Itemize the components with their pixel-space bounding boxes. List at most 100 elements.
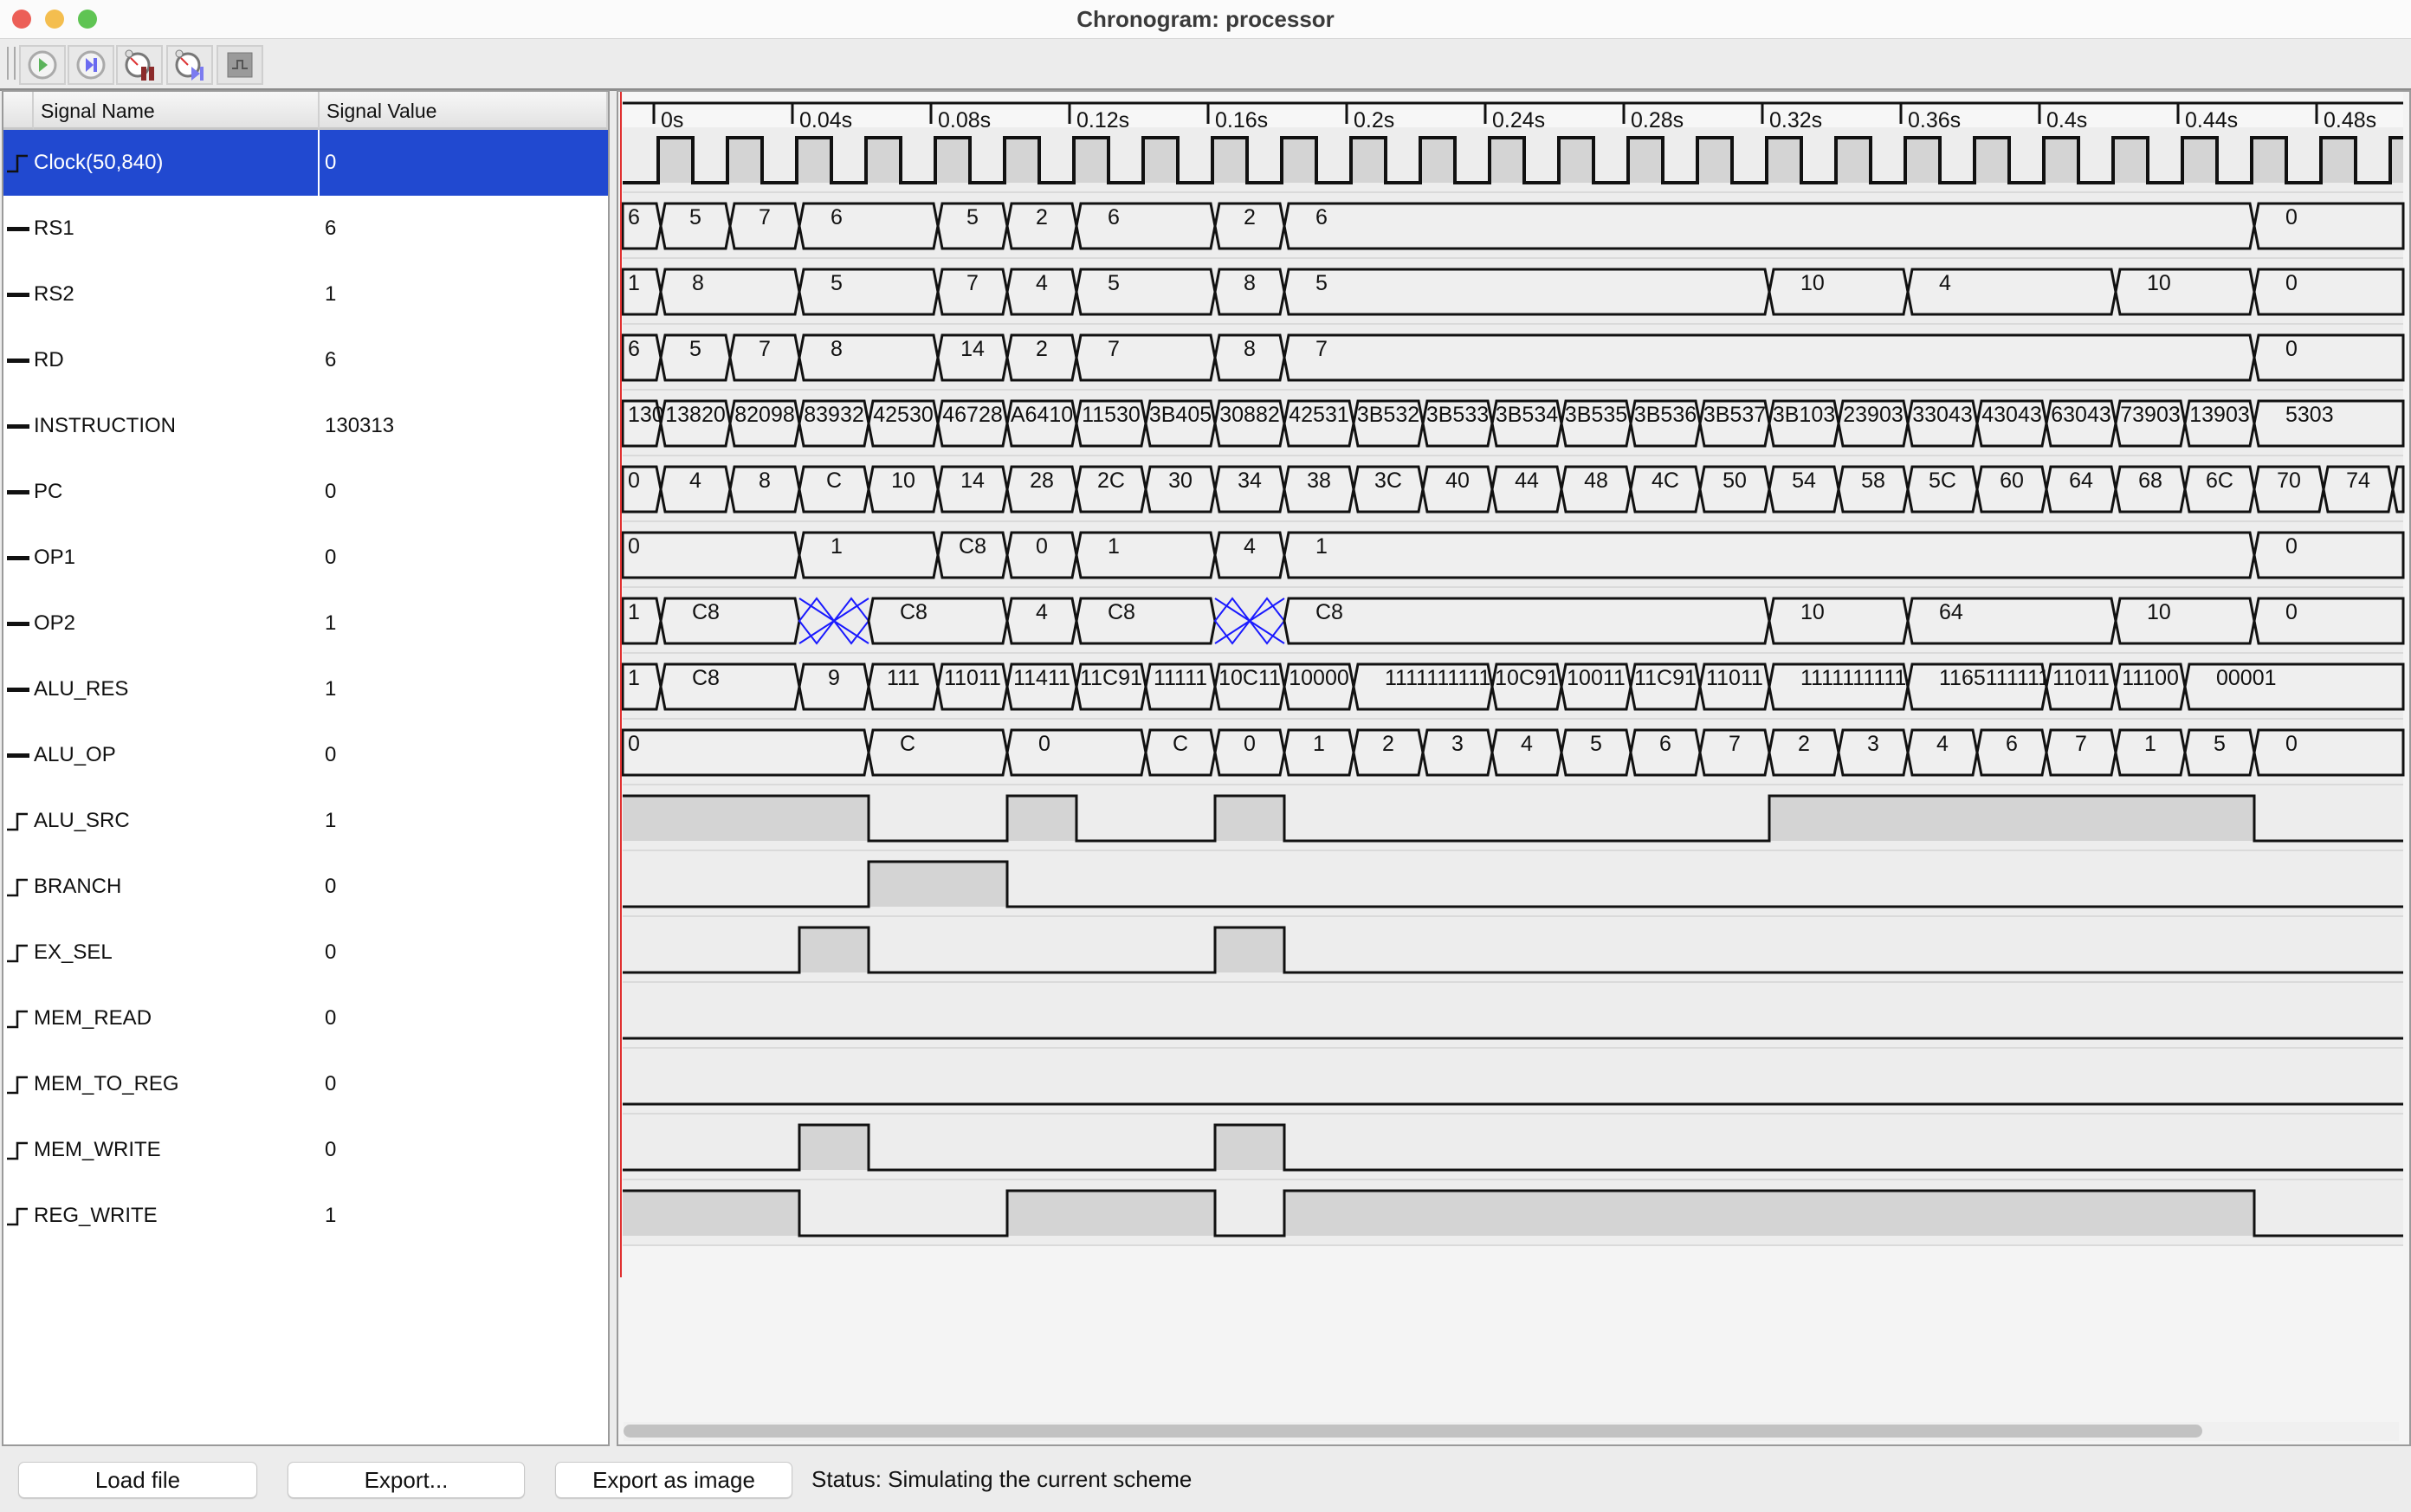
bus-value-label: 6 xyxy=(1108,205,1120,229)
bus-value-label: 23903 xyxy=(1843,403,1904,427)
bus-value-label: 4 xyxy=(1939,271,1951,295)
signal-row[interactable]: PC 0 xyxy=(3,459,608,525)
clock-high-period xyxy=(1975,138,2009,183)
bus-value-label: 6C xyxy=(2206,468,2233,493)
signal-row[interactable]: RS2 1 xyxy=(3,262,608,327)
bus-value-segment xyxy=(2253,268,2405,316)
bus-value-label: 33043 xyxy=(1912,403,1973,427)
bus-value-label: 4 xyxy=(689,468,701,493)
signal-row[interactable]: INSTRUCTION 130313 xyxy=(3,393,608,459)
export-as-image-button[interactable]: Export as image xyxy=(555,1462,792,1498)
bus-value-label: 0 xyxy=(2285,337,2298,361)
column-header-signal-value[interactable]: Signal Value xyxy=(320,92,608,130)
signal-name: RS1 xyxy=(34,196,320,262)
clock-high-period xyxy=(2182,138,2217,183)
signal-name: REG_WRITE xyxy=(34,1183,320,1249)
signal-value: 6 xyxy=(325,216,337,240)
clock-high-period xyxy=(866,138,901,183)
bus-value-segment xyxy=(1768,268,1910,316)
bus-value-label: 1111111111 xyxy=(1800,666,1906,690)
bus-value-label: 7 xyxy=(2075,732,2087,756)
bus-value-label: C8 xyxy=(1108,600,1135,624)
waveform-canvas[interactable]: 0s 0.04s 0.08s 0.12s 0.16s 0.2s 0.24s 0.28s 0.32… xyxy=(618,92,2411,1425)
bus-value-label: 3B533 xyxy=(1426,403,1489,427)
bus-value-label: 8 xyxy=(759,468,771,493)
clock-high-period xyxy=(2044,138,2078,183)
signal-value: 0 xyxy=(325,1006,337,1030)
bus-value-label: 5 xyxy=(831,271,843,295)
bus-value-label: 9 xyxy=(828,666,840,690)
bus-value-label: 3 xyxy=(1451,732,1464,756)
bus-value-segment xyxy=(659,597,801,645)
signal-row[interactable]: MEM_WRITE 0 xyxy=(3,1117,608,1183)
bus-signal-icon xyxy=(3,459,34,525)
signal-name: RS2 xyxy=(34,262,320,327)
clock-high-period xyxy=(1697,138,1732,183)
signal-value: 0 xyxy=(325,546,337,569)
bus-value-label: 1 xyxy=(628,600,640,624)
signal-name: ALU_SRC xyxy=(34,788,320,854)
bus-value-label: 1 xyxy=(628,271,640,295)
signal-row[interactable]: MEM_TO_REG 0 xyxy=(3,1051,608,1117)
bus-value-label: 3B534 xyxy=(1496,403,1558,427)
signal-row[interactable]: ALU_OP 0 xyxy=(3,722,608,788)
signal-table: Signal Name Signal Value Clock(50,840) 0 R… xyxy=(2,90,610,1446)
bus-value-label: 5 xyxy=(1108,271,1120,295)
load-file-button[interactable]: Load file xyxy=(18,1462,257,1498)
bit-signal-icon xyxy=(3,130,34,196)
signal-row[interactable]: ALU_RES 1 xyxy=(3,656,608,722)
signal-value: 130313 xyxy=(325,414,395,437)
bus-value-label: 10 xyxy=(2147,271,2171,295)
horizontal-scrollbar[interactable] xyxy=(624,1422,2399,1441)
signal-row[interactable]: REG_WRITE 1 xyxy=(3,1183,608,1249)
signal-row[interactable]: ALU_SRC 1 xyxy=(3,788,608,854)
bus-value-segment xyxy=(659,268,801,316)
stop-clock-button[interactable] xyxy=(116,45,163,85)
clock-high-period xyxy=(1282,138,1316,183)
bus-value-label: 0 xyxy=(2285,732,2298,756)
bus-value-segment xyxy=(1768,597,1910,645)
signal-row[interactable]: RD 6 xyxy=(3,327,608,393)
signal-name: ALU_RES xyxy=(34,656,320,722)
signal-row[interactable]: Clock(50,840) 0 xyxy=(3,130,608,196)
bus-value-label: 3B103 xyxy=(1773,403,1835,427)
bus-value-label: 2 xyxy=(1036,205,1048,229)
signal-row[interactable]: OP2 1 xyxy=(3,591,608,656)
clock-high-period xyxy=(658,138,693,183)
signal-row[interactable]: RS1 6 xyxy=(3,196,608,262)
bus-value-segment xyxy=(659,662,801,711)
waveform-button[interactable] xyxy=(217,45,263,85)
step-button[interactable] xyxy=(68,45,114,85)
signal-row[interactable]: BRANCH 0 xyxy=(3,854,608,920)
column-header-signal-name[interactable]: Signal Name xyxy=(34,92,320,130)
bus-value-label: 82098 xyxy=(734,403,795,427)
toolbar-grip[interactable] xyxy=(7,47,16,80)
scrollbar-thumb[interactable] xyxy=(624,1425,2202,1438)
bus-value-label: 10C11 xyxy=(1218,666,1281,690)
signal-row[interactable]: EX_SEL 0 xyxy=(3,920,608,985)
bus-value-label: 3C xyxy=(1374,468,1402,493)
bus-signal-icon xyxy=(3,591,34,656)
bit-high-period xyxy=(1007,796,1076,841)
export-button[interactable]: Export... xyxy=(288,1462,525,1498)
signal-row[interactable]: MEM_READ 0 xyxy=(3,985,608,1051)
bit-signal-icon xyxy=(3,920,34,985)
bus-value-segment xyxy=(621,728,870,777)
bus-signal-icon xyxy=(3,525,34,591)
bus-value-label: 10C91 xyxy=(1495,666,1559,690)
signal-name: RD xyxy=(34,327,320,393)
step-clock-button[interactable] xyxy=(166,45,213,85)
bus-value-label: 11C91 xyxy=(1634,666,1697,690)
signal-name: ALU_OP xyxy=(34,722,320,788)
bus-value-label: 64 xyxy=(1939,600,1963,624)
waveform-panel[interactable]: 0s 0.04s 0.08s 0.12s 0.16s 0.2s 0.24s 0.28s 0.32… xyxy=(617,90,2411,1446)
bus-value-label: 40 xyxy=(1445,468,1470,493)
signal-row[interactable]: OP1 0 xyxy=(3,525,608,591)
bus-value-label: C xyxy=(826,468,842,493)
signal-value: 0 xyxy=(325,875,337,898)
bus-value-label: C8 xyxy=(959,534,986,559)
run-simulation-button[interactable] xyxy=(19,45,66,85)
bus-value-segment xyxy=(1283,333,2256,382)
clock-high-period xyxy=(1905,138,1940,183)
bus-value-label: C8 xyxy=(692,600,720,624)
